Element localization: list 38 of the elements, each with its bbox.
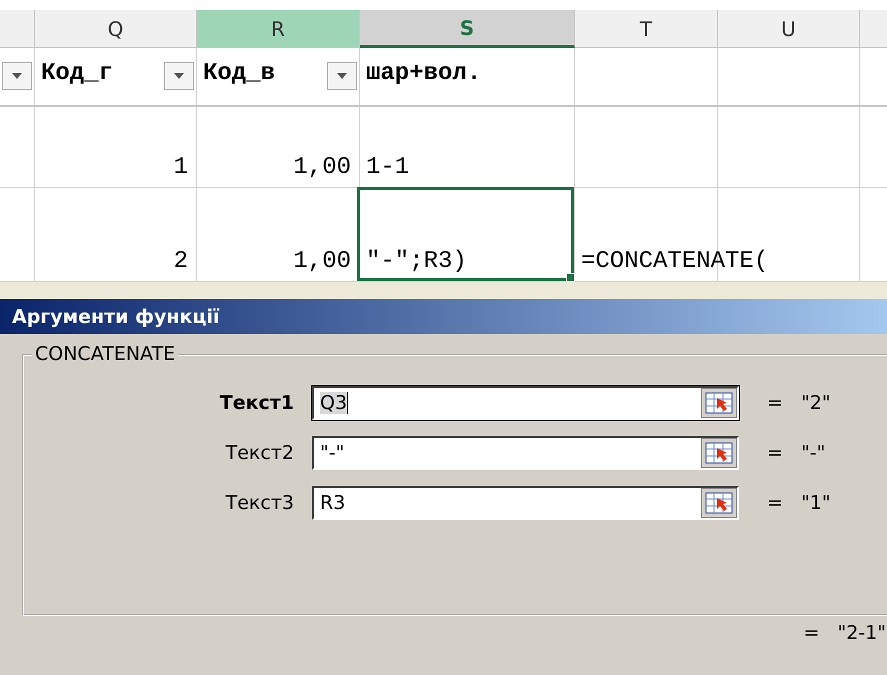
collapse-button[interactable]: [701, 488, 737, 518]
range-picker-icon: [705, 392, 733, 414]
table-cell: Код_в: [203, 60, 276, 87]
range-picker-icon: [705, 442, 733, 464]
formula-result: = "2-1": [803, 622, 886, 644]
column-header[interactable]: T: [575, 10, 718, 48]
table-cell: "-";R3): [366, 248, 467, 275]
argument-label: Текст2: [224, 442, 295, 464]
dropdown-arrow-icon: [11, 72, 23, 80]
argument-result: = "2": [767, 392, 831, 414]
range-picker-icon: [705, 492, 733, 514]
collapse-button[interactable]: [701, 438, 737, 468]
dropdown-arrow-icon: [173, 72, 185, 80]
argument-field[interactable]: R3: [312, 486, 739, 520]
table-cell: 1,00: [293, 248, 351, 275]
table-cell: =CONCATENATE(: [581, 248, 768, 275]
column-header[interactable]: Q: [35, 10, 197, 48]
argument-label: Текст3: [224, 492, 295, 514]
dropdown-arrow-icon: [336, 72, 348, 80]
table-cell: шар+вол.: [366, 60, 482, 87]
filter-button[interactable]: [327, 62, 357, 90]
column-header[interactable]: S: [360, 10, 575, 48]
argument-field[interactable]: "-": [312, 436, 739, 470]
collapse-button[interactable]: [701, 388, 737, 418]
argument-result: = "-": [767, 442, 826, 464]
filter-button[interactable]: [164, 62, 194, 90]
table-cell: 1-1: [366, 154, 410, 181]
argument-result: = "1": [767, 492, 831, 514]
table-cell: Код_г: [41, 60, 114, 87]
table-cell: 2: [174, 248, 188, 275]
argument-label: Текст1: [218, 392, 295, 414]
window-title: Аргументи функції: [12, 306, 220, 328]
column-header[interactable]: R: [197, 10, 360, 48]
argument-field[interactable]: Q3: [312, 386, 739, 420]
filter-button[interactable]: [2, 62, 32, 90]
table-cell: 1: [174, 154, 188, 181]
table-cell: 1,00: [293, 154, 351, 181]
column-header[interactable]: U: [718, 10, 860, 48]
